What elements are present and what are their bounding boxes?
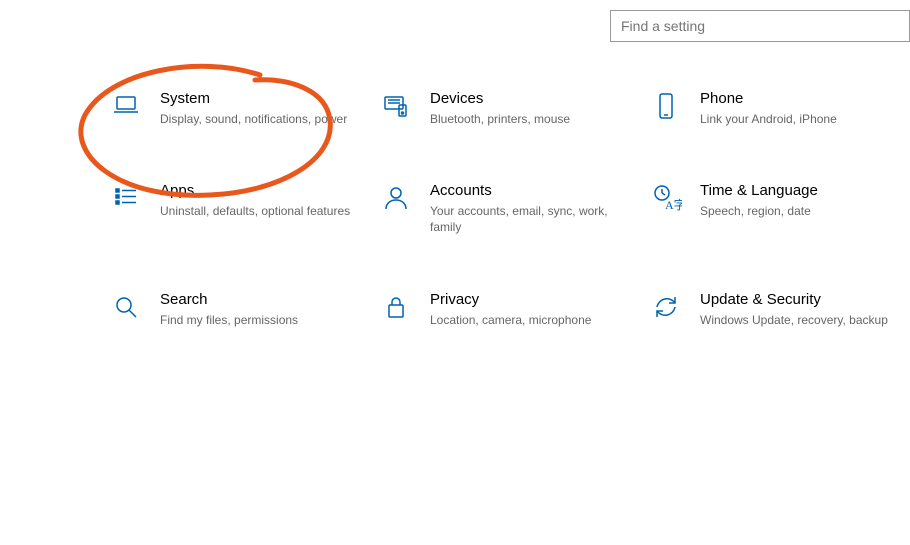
laptop-icon (110, 90, 160, 122)
tile-title: Apps (160, 182, 362, 199)
tile-desc: Link your Android, iPhone (700, 111, 902, 127)
tile-search[interactable]: Search Find my files, permissions (110, 291, 380, 328)
tile-privacy[interactable]: Privacy Location, camera, microphone (380, 291, 650, 328)
tile-desc: Bluetooth, printers, mouse (430, 111, 632, 127)
time-language-icon: A字 (650, 182, 700, 214)
tile-system[interactable]: System Display, sound, notifications, po… (110, 90, 380, 127)
tile-desc: Speech, region, date (700, 203, 902, 219)
phone-icon (650, 90, 700, 122)
tile-title: Accounts (430, 182, 632, 199)
tile-desc: Your accounts, email, sync, work, family (430, 203, 632, 235)
tile-desc: Display, sound, notifications, power (160, 111, 362, 127)
lock-icon (380, 291, 430, 323)
tile-title: Update & Security (700, 291, 902, 308)
search-container (610, 10, 910, 42)
tile-update-security[interactable]: Update & Security Windows Update, recove… (650, 291, 910, 328)
tile-desc: Uninstall, defaults, optional features (160, 203, 362, 219)
tile-desc: Location, camera, microphone (430, 312, 632, 328)
tile-title: Search (160, 291, 362, 308)
tile-desc: Windows Update, recovery, backup (700, 312, 902, 328)
tile-accounts[interactable]: Accounts Your accounts, email, sync, wor… (380, 182, 650, 235)
settings-grid: System Display, sound, notifications, po… (110, 90, 910, 328)
tile-apps[interactable]: Apps Uninstall, defaults, optional featu… (110, 182, 380, 235)
svg-text:A字: A字 (665, 197, 682, 212)
tile-desc: Find my files, permissions (160, 312, 362, 328)
sync-icon (650, 291, 700, 323)
tile-phone[interactable]: Phone Link your Android, iPhone (650, 90, 910, 127)
search-input[interactable] (610, 10, 910, 42)
tile-title: Phone (700, 90, 902, 107)
tile-title: Devices (430, 90, 632, 107)
person-icon (380, 182, 430, 214)
tile-title: System (160, 90, 362, 107)
tile-time-language[interactable]: A字 Time & Language Speech, region, date (650, 182, 910, 235)
devices-icon (380, 90, 430, 122)
tile-title: Privacy (430, 291, 632, 308)
tile-title: Time & Language (700, 182, 902, 199)
search-icon (110, 291, 160, 323)
tile-devices[interactable]: Devices Bluetooth, printers, mouse (380, 90, 650, 127)
apps-icon (110, 182, 160, 214)
